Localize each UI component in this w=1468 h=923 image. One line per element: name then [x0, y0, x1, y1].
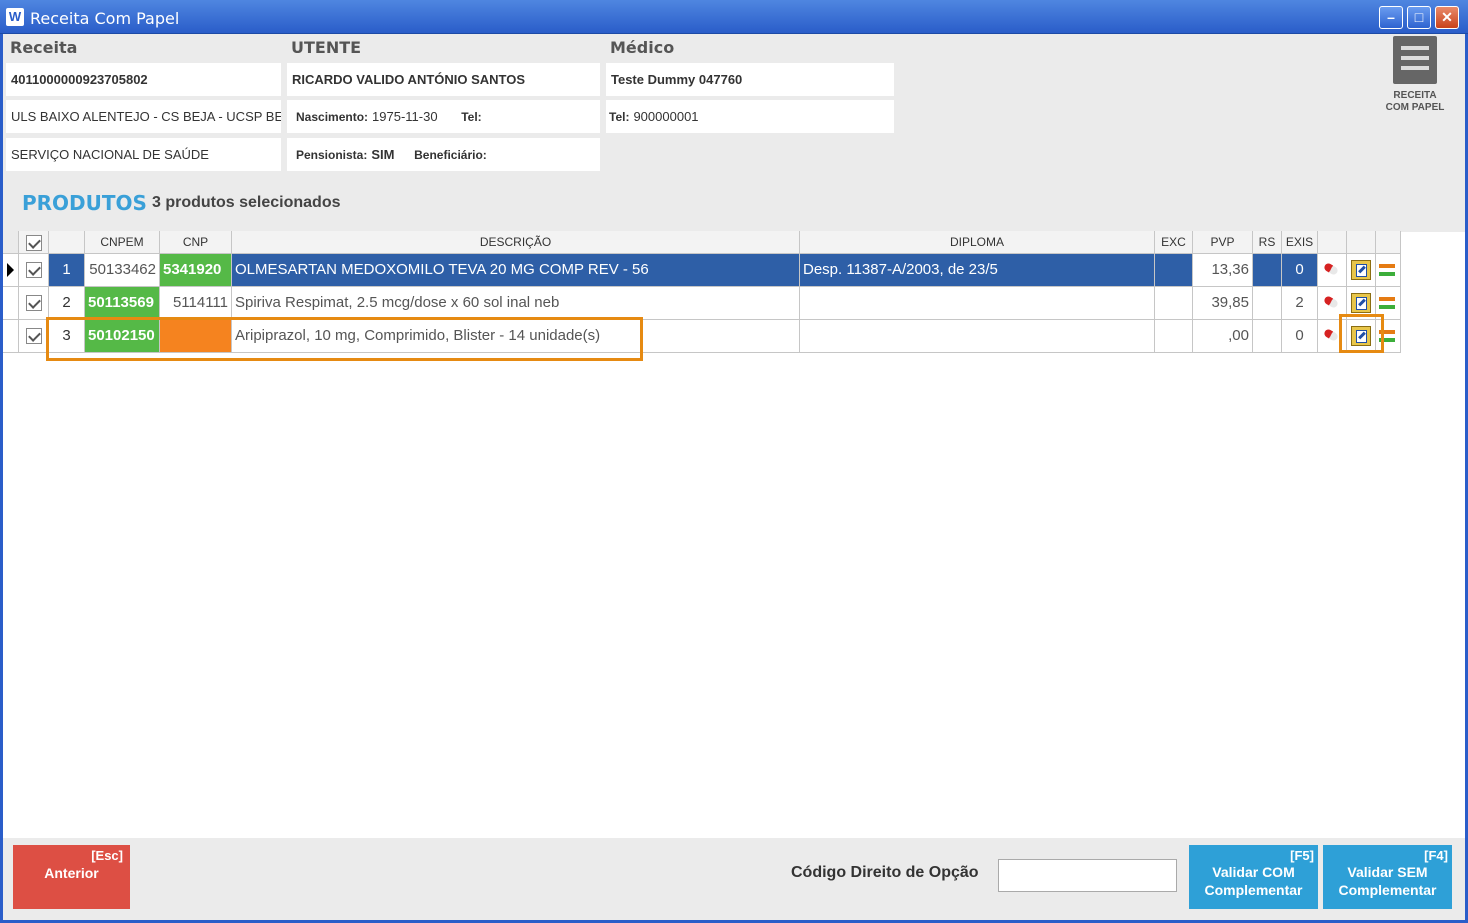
- pensionista-value: SIM: [371, 147, 395, 162]
- row-checkbox[interactable]: [19, 287, 49, 320]
- codigo-direito-opcao-input[interactable]: [998, 859, 1177, 892]
- row-medication-button[interactable]: [1318, 254, 1347, 287]
- swap-icon: [1378, 326, 1398, 346]
- row-rs: [1253, 287, 1282, 320]
- close-button[interactable]: ✕: [1435, 6, 1459, 29]
- table-row[interactable]: 1 50133462 5341920 OLMESARTAN MEDOXOMILO…: [3, 254, 1401, 287]
- row-exis: 2: [1282, 287, 1318, 320]
- header-cnpem[interactable]: CNPEM: [85, 231, 160, 254]
- row-diploma[interactable]: Desp. 11387-A/2003, de 23/5: [800, 254, 1155, 287]
- medico-tel-field: Tel: 900000001: [606, 100, 894, 133]
- medico-section-label: Médico: [610, 38, 675, 57]
- header-pvp[interactable]: PVP: [1193, 231, 1253, 254]
- receita-entity-field: SERVIÇO NACIONAL DE SAÚDE: [6, 138, 281, 171]
- swap-icon: [1378, 260, 1398, 280]
- utente-pension-field: Pensionista: SIM Beneficiário:: [287, 138, 600, 171]
- row-cnpem: 50102150: [85, 320, 160, 353]
- header-cnp[interactable]: CNP: [160, 231, 232, 254]
- row-edit-button[interactable]: [1347, 287, 1376, 320]
- row-exc: [1155, 254, 1193, 287]
- row-number: 2: [49, 287, 85, 320]
- row-cnpem: 50133462: [85, 254, 160, 287]
- header-rs[interactable]: RS: [1253, 231, 1282, 254]
- row-cnp: 5114111: [160, 287, 232, 320]
- receita-location-field: ULS BAIXO ALENTEJO - CS BEJA - UCSP BE: [6, 100, 281, 133]
- row-cnp: 5341920: [160, 254, 232, 287]
- receita-section-label: Receita: [10, 38, 78, 57]
- row-exc: [1155, 287, 1193, 320]
- row-edit-button[interactable]: [1347, 320, 1376, 353]
- edit-icon: [1351, 260, 1371, 281]
- row-edit-button[interactable]: [1347, 254, 1376, 287]
- row-descricao: OLMESARTAN MEDOXOMILO TEVA 20 MG COMP RE…: [232, 254, 800, 287]
- minimize-button[interactable]: –: [1379, 6, 1403, 29]
- row-pvp: 39,85: [1193, 287, 1253, 320]
- row-exis: 0: [1282, 320, 1318, 353]
- medico-name-field: Teste Dummy 047760: [606, 63, 894, 96]
- row-swap-button[interactable]: [1376, 254, 1401, 287]
- validar-sem-complementar-button[interactable]: [F4] Validar SEM Complementar: [1323, 845, 1452, 909]
- row-medication-button[interactable]: [1318, 287, 1347, 320]
- header-descricao[interactable]: DESCRIÇÃO: [232, 231, 800, 254]
- row-diploma[interactable]: [800, 320, 1155, 353]
- table-row[interactable]: 2 50113569 5114111 Spiriva Respimat, 2.5…: [3, 287, 1401, 320]
- row-rs: [1253, 320, 1282, 353]
- edit-icon: [1351, 293, 1371, 314]
- row-rs: [1253, 254, 1282, 287]
- utente-name-field: RICARDO VALIDO ANTÓNIO SANTOS: [287, 63, 600, 96]
- anterior-button[interactable]: [Esc] Anterior: [13, 845, 130, 909]
- title-bar: W Receita Com Papel – □ ✕: [0, 0, 1468, 34]
- row-pvp: ,00: [1193, 320, 1253, 353]
- row-exc: [1155, 320, 1193, 353]
- utente-birth-field: Nascimento: 1975-11-30 Tel:: [287, 100, 600, 133]
- row-pointer: [3, 254, 19, 287]
- row-medication-button[interactable]: [1318, 320, 1347, 353]
- select-all-checkbox[interactable]: [19, 231, 49, 254]
- row-descricao: Aripiprazol, 10 mg, Comprimido, Blister …: [232, 320, 800, 353]
- row-swap-button[interactable]: [1376, 287, 1401, 320]
- row-cnp: [160, 320, 232, 353]
- row-exis: 0: [1282, 254, 1318, 287]
- receita-number-field: 4011000000923705802: [6, 63, 281, 96]
- row-descricao: Spiriva Respimat, 2.5 mcg/dose x 60 sol …: [232, 287, 800, 320]
- row-checkbox[interactable]: [19, 254, 49, 287]
- receipt-icon: [1393, 36, 1437, 84]
- maximize-button[interactable]: □: [1407, 6, 1431, 29]
- swap-icon: [1378, 293, 1398, 313]
- row-checkbox[interactable]: [19, 320, 49, 353]
- produtos-title: PRODUTOS: [22, 191, 147, 215]
- birth-date: 1975-11-30: [372, 109, 438, 124]
- produtos-count: 3 produtos selecionados: [152, 194, 341, 211]
- row-number: 3: [49, 320, 85, 353]
- pill-icon: [1322, 293, 1342, 313]
- row-number: 1: [49, 254, 85, 287]
- row-cnpem: 50113569: [85, 287, 160, 320]
- header-exc[interactable]: EXC: [1155, 231, 1193, 254]
- row-pvp: 13,36: [1193, 254, 1253, 287]
- utente-section-label: UTENTE: [291, 38, 362, 57]
- codigo-direito-opcao-label: Código Direito de Opção: [791, 864, 979, 881]
- receita-com-papel-button[interactable]: RECEITA COM PAPEL: [1380, 36, 1450, 116]
- app-icon: W: [6, 8, 24, 26]
- row-diploma[interactable]: [800, 287, 1155, 320]
- header-diploma[interactable]: DIPLOMA: [800, 231, 1155, 254]
- header-exis[interactable]: EXIS: [1282, 231, 1318, 254]
- table-header: CNPEM CNP DESCRIÇÃO DIPLOMA EXC PVP RS E…: [3, 231, 1401, 254]
- row-swap-button[interactable]: [1376, 320, 1401, 353]
- validar-com-complementar-button[interactable]: [F5] Validar COM Complementar: [1189, 845, 1318, 909]
- pill-icon: [1322, 260, 1342, 280]
- window-title: Receita Com Papel: [30, 9, 180, 28]
- pill-icon: [1322, 326, 1342, 346]
- edit-icon: [1351, 326, 1371, 347]
- table-row[interactable]: 3 50102150 Aripiprazol, 10 mg, Comprimid…: [3, 320, 1401, 353]
